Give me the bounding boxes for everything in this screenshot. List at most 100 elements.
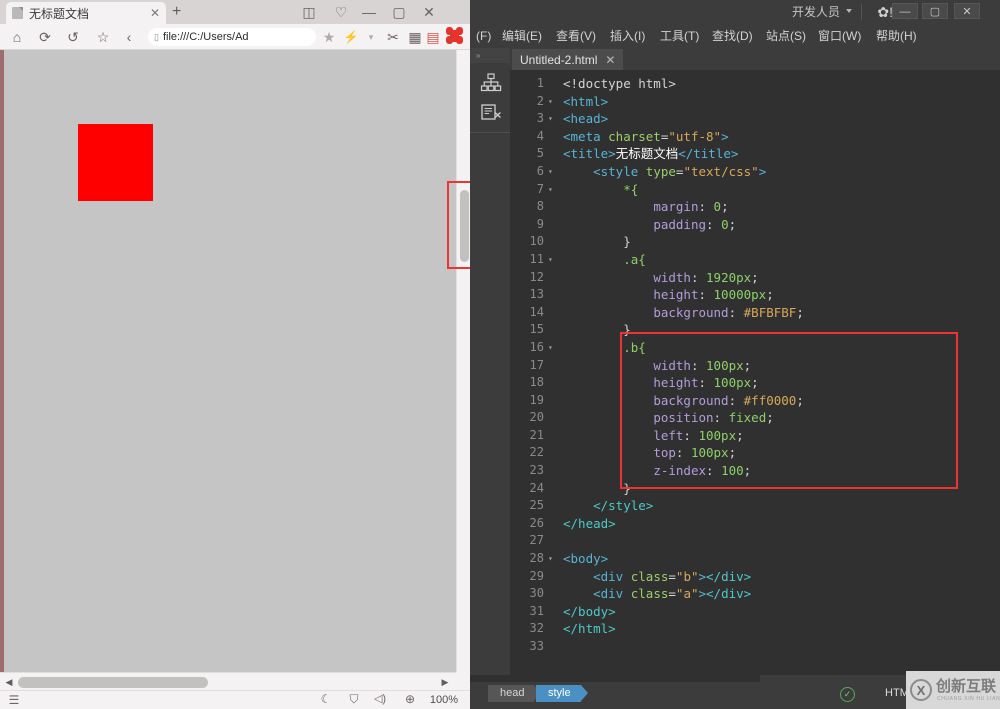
code-line: 26 </head>	[510, 515, 1000, 533]
close-icon[interactable]: ✕	[146, 7, 160, 19]
fold-marker[interactable]: ▾	[548, 164, 557, 180]
dom-tree-icon[interactable]	[480, 72, 502, 94]
bookmark-star-icon[interactable]: ☆	[94, 28, 112, 46]
zoom-icon[interactable]: ⊕	[402, 692, 418, 707]
reading-mode-icon[interactable]: ⛉	[346, 692, 362, 707]
close-icon[interactable]: ✕	[605, 54, 615, 66]
more-menu-icon[interactable]: ⋮	[442, 28, 460, 46]
night-mode-icon[interactable]: ☾	[318, 692, 334, 707]
code-text: }	[623, 480, 631, 496]
code-text: .b{	[623, 339, 646, 355]
menu-help[interactable]: 帮助(H)	[876, 28, 917, 44]
code-text: padding: 0;	[653, 216, 737, 232]
menu-view[interactable]: 查看(V)	[556, 28, 596, 44]
code-text: </html>	[563, 621, 616, 637]
code-text: background: #ff0000;	[653, 392, 804, 408]
back-chevron-icon[interactable]: ‹	[120, 28, 138, 46]
validation-icon[interactable]: ✓	[840, 687, 855, 702]
line-number: 9	[536, 216, 544, 231]
vertical-scrollbar[interactable]	[456, 50, 470, 672]
editor-tab-strip: Untitled-2.html ✕	[510, 48, 1000, 70]
code-text: </head>	[563, 515, 616, 531]
fold-marker[interactable]: ▾	[548, 111, 557, 127]
favorite-star-icon[interactable]: ★	[320, 28, 338, 46]
fold-marker[interactable]: ▾	[548, 551, 557, 567]
code-text: <meta charset="utf-8">	[563, 128, 729, 144]
editor-title-bar: 开发人员 ✿! — ▢ ✕	[470, 0, 1000, 24]
line-number: 21	[529, 427, 544, 442]
code-line: 14 background: #BFBFBF;	[510, 304, 1000, 322]
red-box-icon[interactable]: ▤	[424, 28, 442, 46]
code-editor-surface[interactable]: 1 <!doctype html> 2 ▾ <html> 3 ▾ <head> 4 <met…	[510, 70, 1000, 675]
line-number: 2	[536, 93, 544, 108]
breadcrumb-head[interactable]: head	[488, 685, 543, 702]
breadcrumb-style[interactable]: style	[536, 685, 588, 702]
code-line: 8 margin: 0;	[510, 198, 1000, 216]
browser-tab[interactable]: 无标题文档 ✕	[6, 2, 166, 24]
gear-icon[interactable]: ✿!	[877, 3, 893, 21]
chevron-down-icon[interactable]	[846, 9, 852, 13]
code-line: 7 ▾ *{	[510, 181, 1000, 199]
code-line: 21 left: 100px;	[510, 427, 1000, 445]
expand-panel-icon[interactable]: »	[476, 52, 481, 60]
maximize-button[interactable]: ▢	[922, 3, 948, 19]
menu-site[interactable]: 站点(S)	[766, 28, 806, 44]
line-number: 23	[529, 463, 544, 478]
code-text: .a{	[623, 251, 646, 267]
code-snippet-icon[interactable]	[480, 102, 502, 124]
code-line: 3 ▾ <head>	[510, 110, 1000, 128]
horizontal-scrollbar-thumb[interactable]	[18, 677, 208, 688]
line-number: 31	[529, 603, 544, 618]
scroll-right-arrow[interactable]: ▶	[438, 676, 452, 688]
code-line: 17 width: 100px;	[510, 357, 1000, 375]
history-back-icon[interactable]: ↺	[64, 28, 82, 46]
editor-menu-bar: (F) 编辑(E) 查看(V) 插入(I) 工具(T) 查找(D) 站点(S) …	[470, 24, 1000, 48]
reload-icon[interactable]: ⟳	[36, 28, 54, 46]
rendered-red-box	[78, 124, 153, 201]
code-text: <title>无标题文档</title>	[563, 146, 739, 162]
menu-insert[interactable]: 插入(I)	[610, 28, 645, 44]
fold-marker[interactable]: ▾	[548, 182, 557, 198]
code-line: 5 <title>无标题文档</title>	[510, 145, 1000, 163]
scissors-icon[interactable]: ✂	[384, 28, 402, 46]
horizontal-scrollbar[interactable]: ◀ ▶	[0, 672, 456, 690]
editor-file-tab[interactable]: Untitled-2.html ✕	[512, 49, 624, 70]
minimize-button[interactable]: —	[892, 3, 918, 19]
lightning-icon[interactable]: ⚡	[342, 28, 360, 46]
line-number: 16	[529, 339, 544, 354]
line-number: 22	[529, 445, 544, 460]
line-number: 28	[529, 551, 544, 566]
browser-viewport	[0, 50, 456, 672]
workspace-label[interactable]: 开发人员	[792, 4, 840, 20]
qrcode-icon[interactable]: ▦	[406, 28, 424, 46]
code-text: <head>	[563, 111, 609, 127]
fold-marker[interactable]: ▾	[548, 252, 557, 268]
line-number: 14	[529, 304, 544, 319]
code-text: <body>	[563, 551, 609, 567]
code-line: 20 position: fixed;	[510, 409, 1000, 427]
code-line: 30 <div class="a"></div>	[510, 585, 1000, 603]
code-line: 31 </body>	[510, 603, 1000, 621]
new-tab-button[interactable]: +	[172, 4, 181, 20]
menu-window[interactable]: 窗口(W)	[818, 28, 861, 44]
document-icon	[12, 7, 23, 19]
fold-marker[interactable]: ▾	[548, 340, 557, 356]
menu-find[interactable]: 查找(D)	[712, 28, 753, 44]
menu-file[interactable]: (F)	[476, 28, 491, 44]
line-number: 11	[529, 251, 544, 266]
fold-marker[interactable]: ▾	[548, 94, 557, 110]
close-button[interactable]: ✕	[954, 3, 980, 19]
home-icon[interactable]: ⌂	[8, 28, 26, 46]
scroll-left-arrow[interactable]: ◀	[2, 676, 16, 688]
code-line: 10 }	[510, 233, 1000, 251]
code-line: 33	[510, 638, 1000, 656]
line-number: 12	[529, 269, 544, 284]
code-text: margin: 0;	[653, 199, 729, 215]
code-text: <!doctype html>	[563, 76, 676, 91]
menu-edit[interactable]: 编辑(E)	[502, 28, 542, 44]
dropdown-caret-icon[interactable]: ▾	[362, 28, 380, 46]
sound-icon[interactable]: ◁)	[372, 692, 388, 707]
code-text: </body>	[563, 603, 616, 619]
code-line: 13 height: 10000px;	[510, 286, 1000, 304]
menu-tools[interactable]: 工具(T)	[660, 28, 699, 44]
